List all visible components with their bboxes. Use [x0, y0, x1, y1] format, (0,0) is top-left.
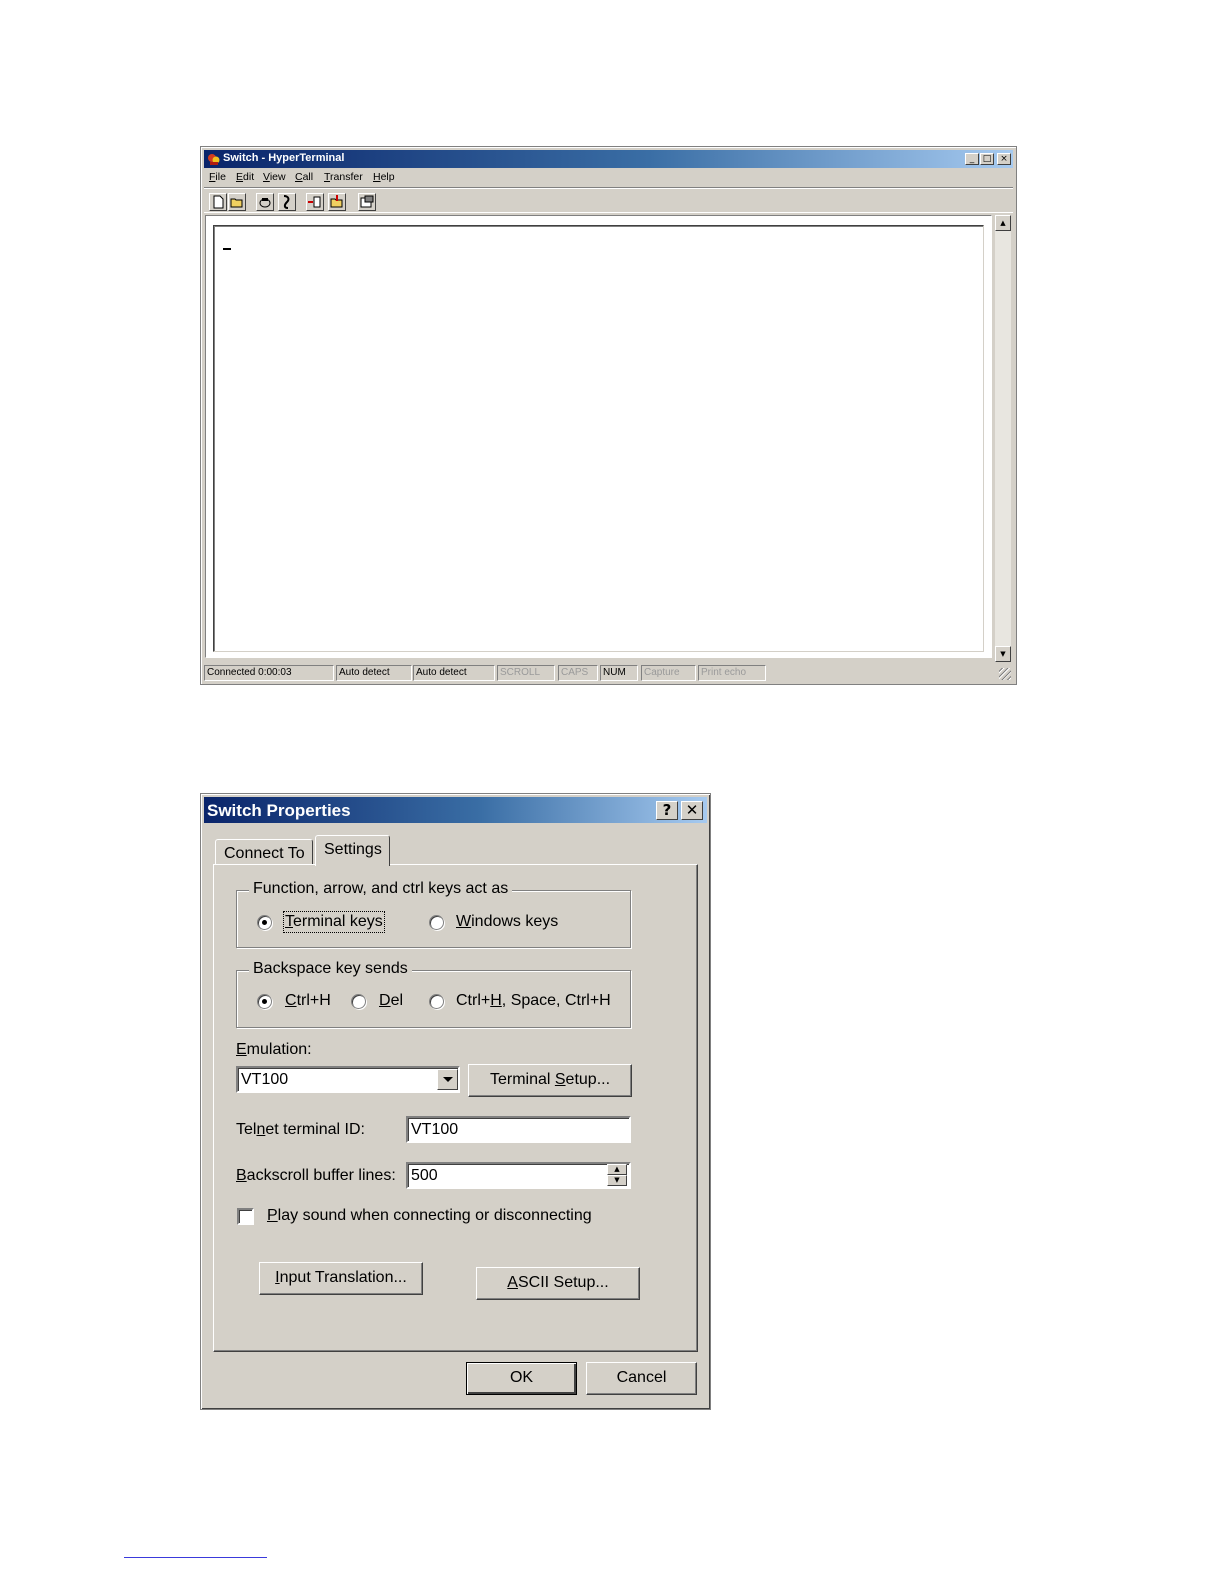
- telnet-id-label: Telnet terminal ID:: [236, 1121, 365, 1138]
- close-button[interactable]: ×: [997, 153, 1011, 165]
- new-document-icon[interactable]: [209, 193, 227, 211]
- ctrl-h-space-radio[interactable]: [429, 994, 444, 1009]
- status-auto-detect-2: Auto detect: [413, 665, 495, 681]
- play-sound-label[interactable]: Play sound when connecting or disconnect…: [267, 1207, 592, 1225]
- telnet-id-input[interactable]: VT100: [406, 1116, 631, 1143]
- menu-transfer[interactable]: Transfer: [324, 171, 363, 183]
- settings-panel: Function, arrow, and ctrl keys act as Te…: [213, 864, 698, 1352]
- window-title: Switch - HyperTerminal: [223, 152, 345, 164]
- emulation-select[interactable]: VT100: [236, 1066, 460, 1093]
- function-keys-group: Function, arrow, and ctrl keys act as Te…: [236, 880, 631, 948]
- status-connected: Connected 0:00:03: [204, 665, 334, 681]
- maximize-button[interactable]: □: [980, 153, 994, 165]
- hyperterminal-app-icon: [207, 152, 221, 166]
- input-translation-button[interactable]: Input Translation...: [259, 1262, 423, 1295]
- del-label[interactable]: Del: [379, 992, 403, 1010]
- ok-button[interactable]: OK: [466, 1362, 577, 1395]
- del-radio[interactable]: [351, 994, 366, 1009]
- chevron-down-icon[interactable]: [437, 1069, 458, 1090]
- cancel-button[interactable]: Cancel: [586, 1362, 697, 1395]
- windows-keys-label[interactable]: Windows keys: [456, 913, 558, 931]
- tab-connect-to[interactable]: Connect To: [215, 839, 313, 865]
- status-caps: CAPS: [558, 665, 598, 681]
- status-auto-detect-1: Auto detect: [336, 665, 412, 681]
- play-sound-checkbox[interactable]: [237, 1208, 254, 1225]
- terminal-screen[interactable]: [213, 225, 984, 652]
- disconnect-phone-icon[interactable]: [278, 193, 296, 211]
- switch-properties-dialog: Switch Properties ? ✕ Connect To Setting…: [200, 793, 711, 1410]
- resize-grip[interactable]: [999, 668, 1011, 680]
- footer-rule: [124, 1557, 267, 1558]
- send-file-icon[interactable]: [306, 193, 324, 211]
- dialog-close-button[interactable]: ✕: [681, 801, 703, 820]
- ctrl-h-space-label[interactable]: Ctrl+H, Space, Ctrl+H: [456, 992, 611, 1010]
- status-print-echo: Print echo: [698, 665, 766, 681]
- backscroll-value: 500: [411, 1167, 438, 1184]
- minimize-button[interactable]: _: [965, 153, 979, 165]
- ascii-setup-button[interactable]: ASCII Setup...: [476, 1267, 640, 1300]
- scroll-up-icon[interactable]: ▲: [995, 215, 1011, 231]
- status-capture: Capture: [641, 665, 696, 681]
- emulation-label: Emulation:: [236, 1041, 312, 1058]
- backscroll-label: Backscroll buffer lines:: [236, 1167, 396, 1184]
- emulation-value: VT100: [241, 1071, 289, 1088]
- dialog-title: Switch Properties: [207, 801, 351, 820]
- windows-keys-radio[interactable]: [429, 915, 444, 930]
- help-button[interactable]: ?: [656, 801, 678, 820]
- menu-help[interactable]: Help: [373, 171, 395, 183]
- spin-up-icon[interactable]: ▲: [607, 1164, 627, 1175]
- backscroll-input[interactable]: 500 ▲ ▼: [406, 1162, 631, 1189]
- terminal-setup-button[interactable]: Terminal Setup...: [468, 1064, 632, 1097]
- spin-down-icon[interactable]: ▼: [607, 1175, 627, 1186]
- menu-bar: File Edit View Call Transfer Help: [204, 169, 1013, 185]
- vertical-scrollbar[interactable]: ▲ ▼: [995, 215, 1011, 662]
- properties-icon[interactable]: [358, 193, 376, 211]
- ctrl-h-label[interactable]: Ctrl+H: [285, 992, 331, 1010]
- terminal-keys-radio[interactable]: [257, 915, 272, 930]
- terminal-keys-label[interactable]: Terminal keys: [283, 911, 385, 933]
- menu-edit[interactable]: Edit: [236, 171, 254, 183]
- receive-file-icon[interactable]: [328, 193, 346, 211]
- backspace-group: Backspace key sends Ctrl+H Del Ctrl+H, S…: [236, 960, 631, 1028]
- tab-settings[interactable]: Settings: [315, 835, 390, 866]
- scroll-down-icon[interactable]: ▼: [995, 646, 1011, 662]
- status-bar: Connected 0:00:03 Auto detect Auto detec…: [204, 664, 1013, 682]
- connect-phone-icon[interactable]: [256, 193, 274, 211]
- menu-file[interactable]: File: [209, 171, 226, 183]
- ctrl-h-radio[interactable]: [257, 994, 272, 1009]
- open-folder-icon[interactable]: [228, 193, 246, 211]
- title-bar[interactable]: Switch - HyperTerminal _ □ ×: [204, 150, 1013, 168]
- menu-call[interactable]: Call: [295, 171, 313, 183]
- backspace-legend: Backspace key sends: [249, 960, 412, 978]
- menu-view[interactable]: View: [263, 171, 286, 183]
- status-num: NUM: [600, 665, 638, 681]
- dialog-title-bar[interactable]: Switch Properties ? ✕: [204, 797, 707, 823]
- hyperterminal-window: Switch - HyperTerminal _ □ × File Edit V…: [200, 146, 1017, 685]
- function-keys-legend: Function, arrow, and ctrl keys act as: [249, 880, 513, 898]
- toolbar: [204, 187, 1013, 213]
- status-scroll: SCROLL: [497, 665, 555, 681]
- text-cursor: [223, 248, 231, 250]
